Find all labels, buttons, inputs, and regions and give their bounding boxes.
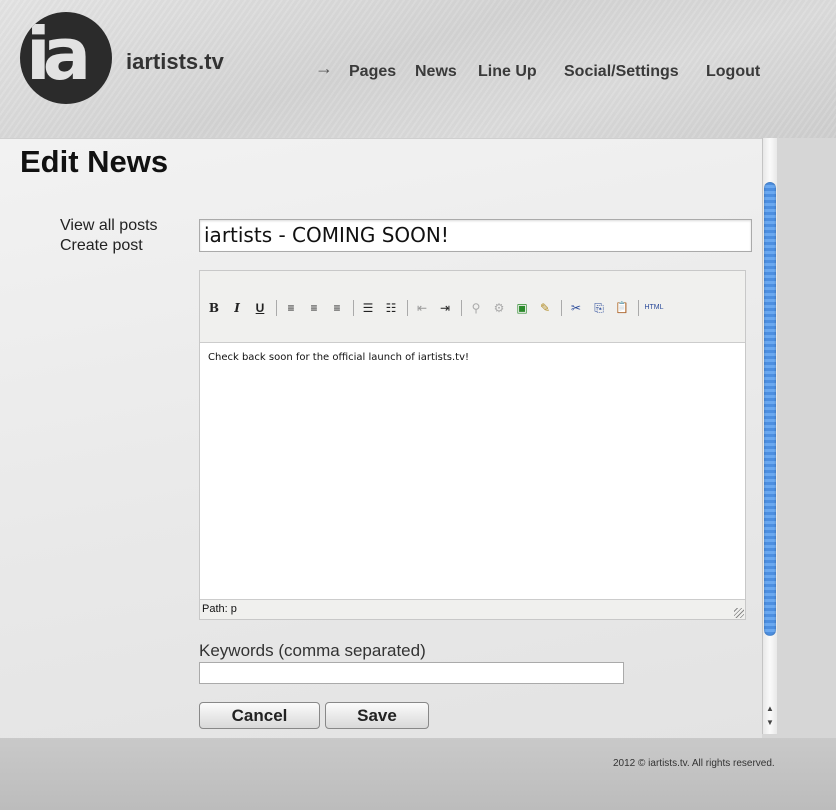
cleanup-icon[interactable]: ✎	[535, 298, 555, 318]
editor-status-bar: Path: p	[200, 599, 745, 619]
editor-toolbar: B I U ≡ ≡ ≡ ☰ ☷ ⇤ ⇥ ⚲ ⚙ ▣ ✎ ✂ ⎘ 📋 HTML	[200, 271, 745, 343]
element-path: Path: p	[202, 603, 237, 615]
toolbar-separator	[461, 300, 462, 316]
brand-name[interactable]: iartists.tv	[126, 49, 224, 75]
save-button[interactable]: Save	[325, 702, 429, 729]
copy-icon[interactable]: ⎘	[589, 298, 609, 318]
italic-icon[interactable]: I	[227, 298, 247, 318]
align-center-icon[interactable]: ≡	[304, 298, 324, 318]
nav-logout[interactable]: Logout	[706, 63, 760, 81]
logo[interactable]: ia	[20, 12, 112, 104]
arrow-icon: →	[315, 58, 333, 78]
image-icon[interactable]: ▣	[512, 298, 532, 318]
copyright-text: 2012 © iartists.tv. All rights reserved.	[613, 758, 775, 769]
nav-news[interactable]: News	[415, 63, 457, 81]
create-post-link[interactable]: Create post	[60, 237, 143, 255]
bold-icon[interactable]: B	[204, 298, 224, 318]
toolbar-separator	[407, 300, 408, 316]
nav-pages[interactable]: Pages	[349, 63, 396, 81]
link-icon[interactable]: ⚲	[466, 298, 486, 318]
nav-social-settings[interactable]: Social/Settings	[564, 63, 679, 81]
toolbar-separator	[638, 300, 639, 316]
scroll-up-icon[interactable]: ▲	[765, 704, 775, 714]
bullet-list-icon[interactable]: ☰	[358, 298, 378, 318]
page-title: Edit News	[20, 144, 169, 179]
unlink-icon[interactable]: ⚙	[489, 298, 509, 318]
cancel-button[interactable]: Cancel	[199, 702, 320, 729]
underline-icon[interactable]: U	[250, 298, 270, 318]
paste-icon[interactable]: 📋	[612, 298, 632, 318]
keywords-input[interactable]	[199, 662, 624, 684]
site-header: ia iartists.tv → Pages News Line Up Soci…	[0, 0, 836, 138]
cut-icon[interactable]: ✂	[566, 298, 586, 318]
outdent-icon[interactable]: ⇤	[412, 298, 432, 318]
scrollbar-thumb[interactable]	[764, 182, 776, 636]
view-all-posts-link[interactable]: View all posts	[60, 217, 158, 235]
resize-grip-icon[interactable]	[734, 608, 744, 618]
nav-line-up[interactable]: Line Up	[478, 63, 537, 81]
post-title-input[interactable]: iartists - COMING SOON!	[199, 219, 752, 252]
numbered-list-icon[interactable]: ☷	[381, 298, 401, 318]
align-left-icon[interactable]: ≡	[281, 298, 301, 318]
toolbar-separator	[353, 300, 354, 316]
indent-icon[interactable]: ⇥	[435, 298, 455, 318]
toolbar-separator	[561, 300, 562, 316]
logo-text: ia	[26, 12, 91, 96]
editor-content[interactable]: Check back soon for the official launch …	[208, 352, 737, 363]
toolbar-separator	[276, 300, 277, 316]
keywords-label: Keywords (comma separated)	[199, 641, 426, 660]
rich-text-editor: B I U ≡ ≡ ≡ ☰ ☷ ⇤ ⇥ ⚲ ⚙ ▣ ✎ ✂ ⎘ 📋 HTML C…	[199, 270, 746, 620]
scroll-down-icon[interactable]: ▼	[765, 718, 775, 728]
vertical-scrollbar[interactable]: ▲ ▼	[762, 138, 777, 734]
main-panel: Edit News View all posts Create post iar…	[0, 138, 762, 738]
site-footer: 2012 © iartists.tv. All rights reserved.	[0, 738, 836, 810]
html-source-icon[interactable]: HTML	[642, 298, 666, 318]
align-right-icon[interactable]: ≡	[327, 298, 347, 318]
